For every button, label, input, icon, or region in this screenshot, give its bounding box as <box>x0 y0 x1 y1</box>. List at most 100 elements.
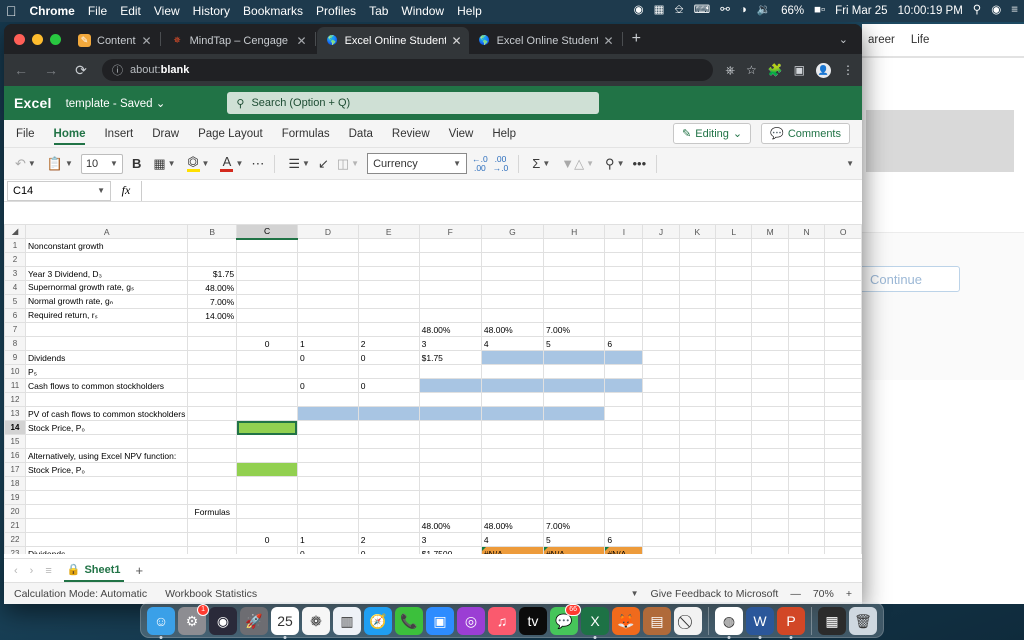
bold-button[interactable]: B <box>128 156 145 171</box>
close-icon[interactable]: ✕ <box>452 34 462 48</box>
cell-K17[interactable] <box>678 462 717 477</box>
cell-N8[interactable] <box>787 336 826 351</box>
cell-K7[interactable] <box>678 322 717 337</box>
cell-A19[interactable] <box>24 490 189 505</box>
row-header-17[interactable]: 17 <box>4 462 26 477</box>
cell-E7[interactable] <box>357 322 420 337</box>
cell-H19[interactable] <box>542 490 606 505</box>
cell-J7[interactable] <box>642 322 680 337</box>
cell-J5[interactable] <box>642 294 680 309</box>
cell-K6[interactable] <box>678 308 717 323</box>
column-header-b[interactable]: B <box>187 224 238 239</box>
tab-view[interactable]: View <box>449 123 474 144</box>
cell-B7[interactable] <box>187 322 238 337</box>
minimize-window-button[interactable] <box>32 33 43 45</box>
cell-M22[interactable] <box>751 532 789 547</box>
cell-J15[interactable] <box>642 434 680 449</box>
cell-C13[interactable] <box>236 406 298 421</box>
cell-H4[interactable] <box>542 280 606 295</box>
cell-B17[interactable] <box>187 462 238 477</box>
browser-tab-content[interactable]: ✎ Content ✕ <box>69 27 159 54</box>
menu-item-bookmarks[interactable]: Bookmarks <box>243 4 303 18</box>
cell-E16[interactable] <box>357 448 420 463</box>
cell-D9[interactable]: 0 <box>296 350 359 365</box>
cell-L6[interactable] <box>715 308 753 323</box>
cell-I23[interactable]: #N/A <box>604 546 644 554</box>
search-icon[interactable]: ⚲ <box>973 5 981 17</box>
cell-B3[interactable]: $1.75 <box>187 266 238 281</box>
name-box[interactable]: C14 ▼ <box>7 180 111 201</box>
row-header-11[interactable]: 11 <box>4 378 26 393</box>
cell-A23[interactable]: Dividends <box>24 546 189 554</box>
cell-C17[interactable] <box>236 462 298 477</box>
chevron-down-icon[interactable]: ⌄ <box>156 98 166 110</box>
sidebar-icon[interactable]: ▣ <box>794 63 805 77</box>
autosum-button[interactable]: Σ ▼ <box>529 155 553 172</box>
editing-mode-button[interactable]: ✎ Editing ⌄ <box>673 123 752 144</box>
profile-avatar[interactable]: 👤 <box>816 62 831 78</box>
cell-C11[interactable] <box>236 378 298 393</box>
cell-F21[interactable]: 48.00% <box>418 518 482 533</box>
cell-D5[interactable] <box>296 294 359 309</box>
cell-M8[interactable] <box>751 336 789 351</box>
cell-O1[interactable] <box>824 238 862 253</box>
row-header-9[interactable]: 9 <box>4 350 26 365</box>
cell-M3[interactable] <box>751 266 789 281</box>
cell-H13[interactable] <box>542 406 606 421</box>
cell-C14[interactable] <box>236 420 298 435</box>
cell-F9[interactable]: $1.75 <box>418 350 482 365</box>
cell-H12[interactable] <box>542 392 606 407</box>
insert-function-icon[interactable]: fx <box>111 183 141 198</box>
forward-arrow-icon[interactable]: → <box>42 62 60 78</box>
close-window-button[interactable] <box>14 33 25 45</box>
menu-item-help[interactable]: Help <box>457 4 482 18</box>
cell-L19[interactable] <box>715 490 753 505</box>
cell-D15[interactable] <box>296 434 359 449</box>
collapse-ribbon-icon[interactable]: ▼ <box>846 159 854 168</box>
cell-N4[interactable] <box>787 280 826 295</box>
cell-A4[interactable]: Supernormal growth rate, gₛ <box>24 280 189 295</box>
dock-item-safari[interactable]: 🧭 <box>364 607 392 635</box>
cell-E18[interactable] <box>357 476 420 491</box>
cell-N13[interactable] <box>787 406 826 421</box>
cell-H6[interactable] <box>542 308 606 323</box>
cell-D1[interactable] <box>296 238 359 253</box>
cell-J13[interactable] <box>642 406 680 421</box>
cell-O17[interactable] <box>824 462 862 477</box>
cell-B5[interactable]: 7.00% <box>187 294 238 309</box>
cell-L10[interactable] <box>715 364 753 379</box>
close-icon[interactable]: ✕ <box>604 34 614 48</box>
cell-D16[interactable] <box>296 448 359 463</box>
continue-button[interactable]: Continue <box>862 266 960 292</box>
chevron-down-icon[interactable]: ▼ <box>453 159 461 168</box>
cell-D23[interactable]: 0 <box>296 546 359 554</box>
dock-item-preview[interactable]: ▥ <box>333 607 361 635</box>
row-header-18[interactable]: 18 <box>4 476 26 491</box>
menu-item-tab[interactable]: Tab <box>369 4 388 18</box>
cell-E22[interactable]: 2 <box>357 532 420 547</box>
cell-B20[interactable]: Formulas <box>187 504 238 519</box>
cell-A9[interactable]: Dividends <box>24 350 189 365</box>
cell-J2[interactable] <box>642 252 680 267</box>
chevron-down-icon[interactable]: ▼ <box>235 159 243 168</box>
number-format-select[interactable]: Currency ▼ <box>367 153 468 174</box>
cell-O18[interactable] <box>824 476 862 491</box>
undo-button[interactable]: ↶ ▼ <box>12 155 39 172</box>
keyboard-icon[interactable]: ⌨ <box>694 5 711 17</box>
cell-A3[interactable]: Year 3 Dividend, D₃ <box>24 266 189 281</box>
cell-K3[interactable] <box>678 266 717 281</box>
formula-input[interactable] <box>141 180 862 201</box>
cell-G18[interactable] <box>480 476 544 491</box>
tab-draw[interactable]: Draw <box>152 123 179 144</box>
dock-item-zoom[interactable]: ▣ <box>426 607 454 635</box>
cell-A7[interactable] <box>24 322 189 337</box>
cell-C7[interactable] <box>236 322 298 337</box>
cell-O6[interactable] <box>824 308 862 323</box>
cell-K13[interactable] <box>678 406 717 421</box>
cell-J21[interactable] <box>642 518 680 533</box>
cell-A14[interactable]: Stock Price, P₀ <box>24 420 189 435</box>
font-color-button[interactable]: A ▼ <box>217 153 246 174</box>
cell-B18[interactable] <box>187 476 238 491</box>
excel-logo[interactable]: Excel <box>14 95 52 111</box>
cell-O21[interactable] <box>824 518 862 533</box>
